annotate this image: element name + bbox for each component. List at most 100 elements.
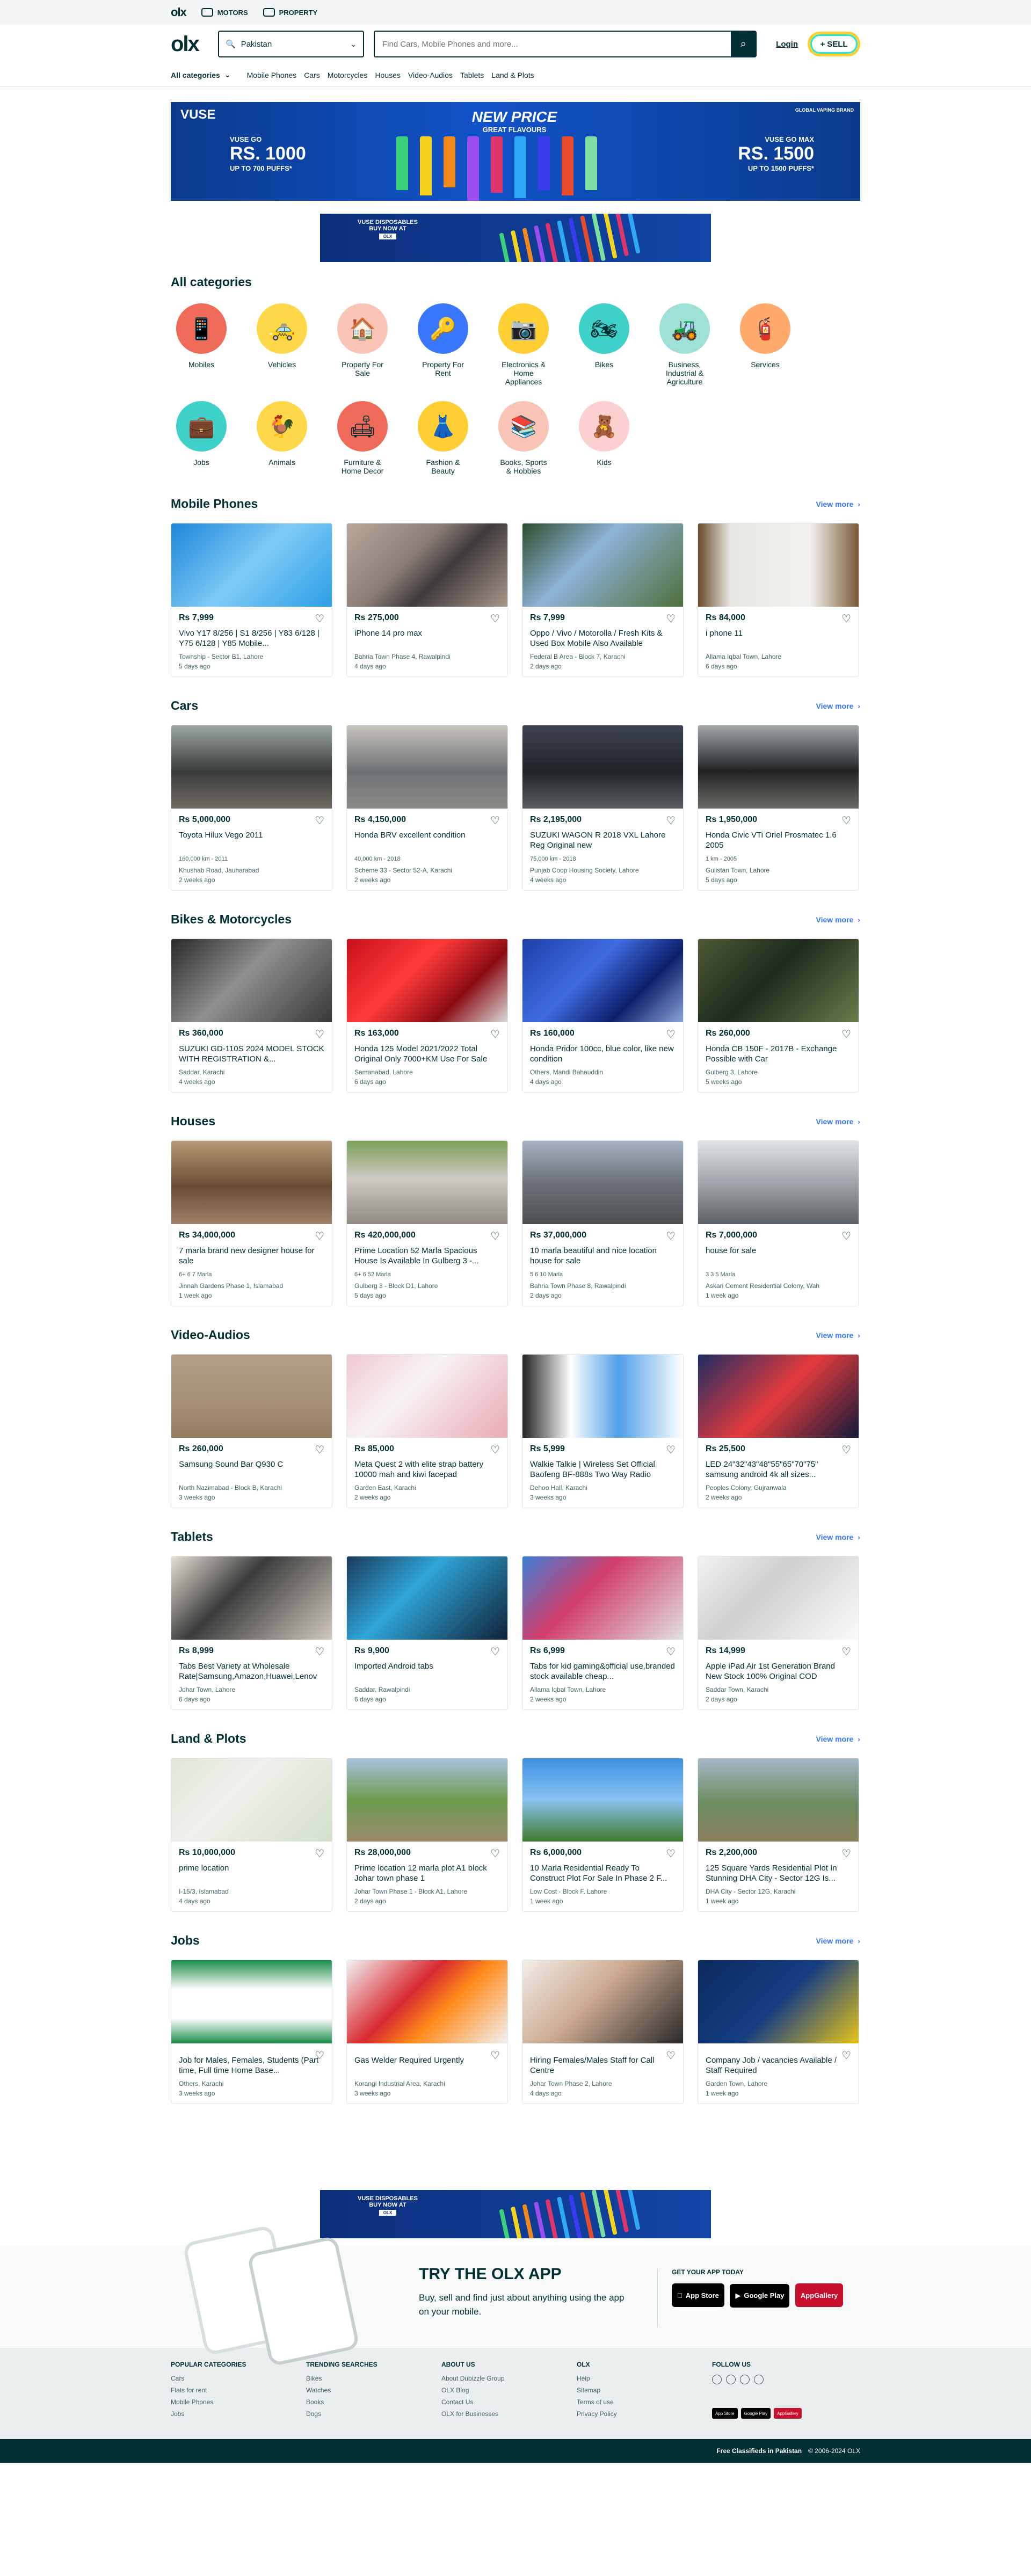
category-item[interactable]: 📚 Books, Sports & Hobbies [497, 401, 550, 475]
all-categories-dropdown[interactable]: All categories ⌄ [171, 70, 231, 79]
instagram-icon[interactable] [754, 2375, 764, 2384]
heart-icon[interactable]: ♡ [490, 814, 500, 827]
footer-link[interactable]: About Dubizzle Group [441, 2375, 577, 2382]
ad-banner[interactable]: VUSE NEW PRICE GREAT FLAVOURS VUSE GO RS. … [171, 102, 860, 201]
listing-card[interactable]: ♡ Company Job / vacancies Available / St… [698, 1960, 859, 2104]
property-link[interactable]: PROPERTY [263, 8, 317, 17]
location-selector[interactable]: 🔍 Pakistan ⌄ [218, 31, 364, 57]
category-item[interactable]: 🧸 Kids [578, 401, 630, 475]
heart-icon[interactable]: ♡ [841, 1645, 851, 1658]
heart-icon[interactable]: ♡ [490, 2049, 500, 2062]
ad-banner-bottom[interactable]: VUSE DISPOSABLES BUY NOW AT OLX [320, 2190, 711, 2238]
heart-icon[interactable]: ♡ [490, 1229, 500, 1243]
view-more-link[interactable]: View more › [816, 915, 860, 924]
listing-card[interactable]: Rs 4,150,000 ♡ Honda BRV excellent condi… [346, 725, 508, 891]
heart-icon[interactable]: ♡ [666, 1847, 676, 1860]
listing-card[interactable]: Rs 160,000 ♡ Honda Pridor 100cc, blue co… [522, 938, 684, 1093]
footer-link[interactable]: Bikes [306, 2375, 441, 2382]
twitter-icon[interactable] [726, 2375, 736, 2384]
listing-card[interactable]: Rs 260,000 ♡ Honda CB 150F - 2017B - Exc… [698, 938, 859, 1093]
category-item[interactable]: 👗 Fashion & Beauty [417, 401, 469, 475]
app-gallery-button[interactable]: AppGallery [795, 2283, 844, 2307]
footer-link[interactable]: OLX Blog [441, 2386, 577, 2394]
footer-link[interactable]: Terms of use [577, 2398, 712, 2406]
olx-logo[interactable]: olx [171, 32, 208, 56]
footer-link[interactable]: OLX for Businesses [441, 2410, 577, 2418]
search-button[interactable]: ⌕ [731, 32, 756, 56]
footer-link[interactable]: Cars [171, 2375, 306, 2382]
nav-link[interactable]: Cars [304, 71, 320, 79]
listing-card[interactable]: Rs 7,999 ♡ Vivo Y17 8/256 | S1 8/256 | Y… [171, 523, 332, 677]
listing-card[interactable]: Rs 34,000,000 ♡ 7 marla brand new design… [171, 1140, 332, 1306]
heart-icon[interactable]: ♡ [490, 1443, 500, 1457]
heart-icon[interactable]: ♡ [315, 2049, 324, 2062]
heart-icon[interactable]: ♡ [666, 1229, 676, 1243]
heart-icon[interactable]: ♡ [315, 1443, 324, 1457]
category-item[interactable]: 📷 Electronics & Home Appliances [497, 303, 550, 386]
listing-card[interactable]: Rs 7,000,000 ♡ house for sale 3 3 5 Marl… [698, 1140, 859, 1306]
app-gallery-mini[interactable]: AppGallery [774, 2408, 802, 2419]
heart-icon[interactable]: ♡ [315, 1645, 324, 1658]
heart-icon[interactable]: ♡ [841, 1028, 851, 1041]
view-more-link[interactable]: View more › [816, 1533, 860, 1541]
listing-card[interactable]: Rs 28,000,000 ♡ Prime location 12 marla … [346, 1758, 508, 1912]
sell-button[interactable]: + SELL [808, 32, 860, 56]
facebook-icon[interactable] [712, 2375, 722, 2384]
heart-icon[interactable]: ♡ [841, 814, 851, 827]
listing-card[interactable]: Rs 5,999 ♡ Walkie Talkie | Wireless Set … [522, 1354, 684, 1508]
footer-link[interactable]: Help [577, 2375, 712, 2382]
footer-link[interactable]: Privacy Policy [577, 2410, 712, 2418]
footer-link[interactable]: Jobs [171, 2410, 306, 2418]
footer-link[interactable]: Books [306, 2398, 441, 2406]
heart-icon[interactable]: ♡ [315, 1028, 324, 1041]
category-item[interactable]: 🧯 Services [739, 303, 792, 386]
listing-card[interactable]: Rs 2,200,000 ♡ 125 Square Yards Resident… [698, 1758, 859, 1912]
heart-icon[interactable]: ♡ [666, 1443, 676, 1457]
listing-card[interactable]: Rs 7,999 ♡ Oppo / Vivo / Motorolla / Fre… [522, 523, 684, 677]
google-play-mini[interactable]: Google Play [740, 2408, 771, 2419]
view-more-link[interactable]: View more › [816, 1735, 860, 1743]
category-item[interactable]: 🏠 Property For Sale [336, 303, 389, 386]
nav-link[interactable]: Tablets [460, 71, 484, 79]
listing-card[interactable]: Rs 9,900 ♡ Imported Android tabs Saddar,… [346, 1556, 508, 1710]
view-more-link[interactable]: View more › [816, 702, 860, 710]
listing-card[interactable]: Rs 14,999 ♡ Apple iPad Air 1st Generatio… [698, 1556, 859, 1710]
category-item[interactable]: 🏍 Bikes [578, 303, 630, 386]
heart-icon[interactable]: ♡ [490, 612, 500, 625]
listing-card[interactable]: Rs 84,000 ♡ i phone 11 Allama Iqbal Town… [698, 523, 859, 677]
heart-icon[interactable]: ♡ [666, 1645, 676, 1658]
nav-link[interactable]: Houses [375, 71, 400, 79]
heart-icon[interactable]: ♡ [841, 1847, 851, 1860]
listing-card[interactable]: Rs 420,000,000 ♡ Prime Location 52 Marla… [346, 1140, 508, 1306]
heart-icon[interactable]: ♡ [315, 1847, 324, 1860]
nav-link[interactable]: Motorcycles [328, 71, 368, 79]
app-store-button[interactable]: App Store [672, 2283, 724, 2307]
nav-link[interactable]: Mobile Phones [247, 71, 297, 79]
login-link[interactable]: Login [776, 40, 798, 49]
view-more-link[interactable]: View more › [816, 500, 860, 508]
listing-card[interactable]: Rs 5,000,000 ♡ Toyota Hilux Vego 2011 16… [171, 725, 332, 891]
listing-card[interactable]: ♡ Job for Males, Females, Students (Part… [171, 1960, 332, 2104]
listing-card[interactable]: Rs 6,000,000 ♡ 10 Marla Residential Read… [522, 1758, 684, 1912]
app-store-mini[interactable]: App Store [712, 2408, 738, 2419]
ad-banner-small[interactable]: VUSE DISPOSABLES BUY NOW AT OLX [320, 214, 711, 262]
listing-card[interactable]: Rs 25,500 ♡ LED 24"32"43"48"55"65"70"75"… [698, 1354, 859, 1508]
listing-card[interactable]: Rs 275,000 ♡ iPhone 14 pro max Bahria To… [346, 523, 508, 677]
listing-card[interactable]: Rs 10,000,000 ♡ prime location I-15/3, I… [171, 1758, 332, 1912]
footer-link[interactable]: Contact Us [441, 2398, 577, 2406]
category-item[interactable]: 💼 Jobs [175, 401, 228, 475]
footer-link[interactable]: Mobile Phones [171, 2398, 306, 2406]
heart-icon[interactable]: ♡ [666, 2049, 676, 2062]
listing-card[interactable]: Rs 260,000 ♡ Samsung Sound Bar Q930 C No… [171, 1354, 332, 1508]
nav-link[interactable]: Video-Audios [408, 71, 453, 79]
footer-link[interactable]: Flats for rent [171, 2386, 306, 2394]
listing-card[interactable]: Rs 6,999 ♡ Tabs for kid gaming&official … [522, 1556, 684, 1710]
heart-icon[interactable]: ♡ [666, 612, 676, 625]
view-more-link[interactable]: View more › [816, 1937, 860, 1945]
category-item[interactable]: 🔑 Property For Rent [417, 303, 469, 386]
category-item[interactable]: 🚜 Business, Industrial & Agriculture [658, 303, 711, 386]
heart-icon[interactable]: ♡ [490, 1847, 500, 1860]
heart-icon[interactable]: ♡ [315, 1229, 324, 1243]
view-more-link[interactable]: View more › [816, 1117, 860, 1126]
listing-card[interactable]: Rs 1,950,000 ♡ Honda Civic VTi Oriel Pro… [698, 725, 859, 891]
